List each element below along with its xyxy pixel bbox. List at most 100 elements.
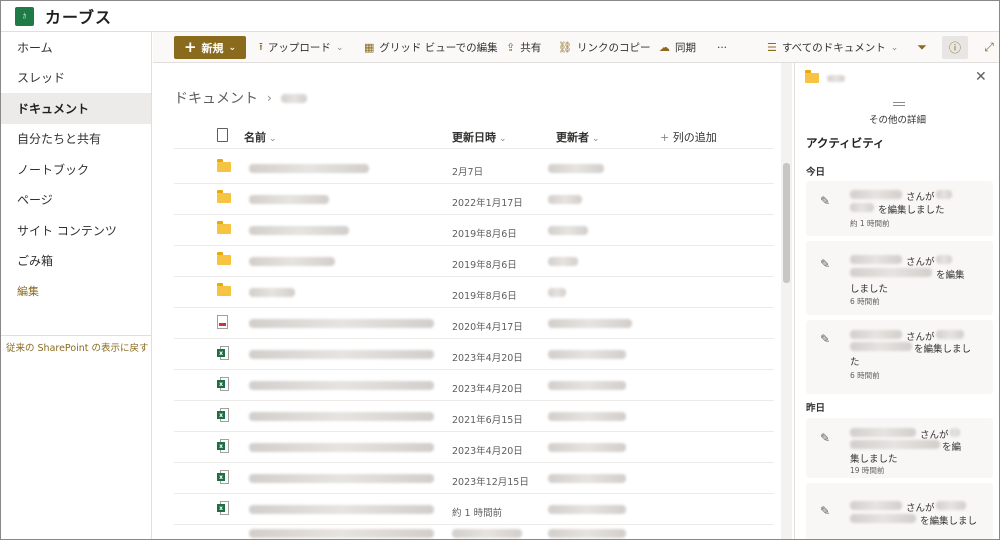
nav-edit-link[interactable]: 編集 [1,276,151,307]
upload-button[interactable]: ⭱ アップロード ⌄ [259,32,343,63]
breadcrumb-root[interactable]: ドキュメント [174,88,258,108]
table-row[interactable]: 2022年1月17日 [174,184,774,215]
add-column-button[interactable]: + 列の追加 [660,129,717,145]
link-icon: ⛓ [558,41,572,54]
modified-date: 2023年4月20日 [452,384,523,395]
nav-item-notebook[interactable]: ノートブック [1,154,151,185]
view-selector-label: すべてのドキュメント [781,42,886,54]
view-selector[interactable]: ☰ すべてのドキュメント ⌄ [767,32,898,63]
nav-item-threads[interactable]: スレッド [1,63,151,94]
plus-icon: + [660,131,673,144]
sync-button[interactable]: ☁ 同期 [659,32,696,63]
modified-date-redacted [452,529,522,538]
file-name-redacted[interactable] [249,257,335,266]
table-row[interactable]: x 2021年6月15日 [174,401,774,432]
filter-button[interactable]: ⏷ [909,36,935,59]
activity-text: さんが [906,503,935,514]
activity-text: を編集しました [878,205,945,216]
table-row[interactable]: x 2023年4月20日 [174,370,774,401]
nav-item-home[interactable]: ホーム [1,32,151,63]
folder-icon [217,190,231,203]
activity-card[interactable]: ✎ さんが を編集しまし た 6 時間前 [806,320,993,394]
table-row[interactable]: x 約 1 時間前 [174,494,774,525]
new-button[interactable]: + 新規 ⌄ [174,36,246,59]
file-name-redacted[interactable] [249,319,434,328]
activity-card[interactable]: ✎ さんが を編集しまし [806,483,993,539]
expand-button[interactable]: ⤢ [976,36,1000,59]
file-redacted [950,428,960,437]
activity-card[interactable]: ✎ さんが を編集 しました 6 時間前 [806,241,993,315]
nav-item-site-contents[interactable]: サイト コンテンツ [1,215,151,246]
info-pane-button[interactable]: ⓘ [942,36,968,59]
file-type-icon[interactable] [217,128,228,142]
table-row[interactable]: 2019年8月6日 [174,246,774,277]
close-icon[interactable]: ✕ [975,69,987,85]
table-row[interactable]: 2020年4月17日 [174,308,774,339]
nav-item-shared-with-us[interactable]: 自分たちと共有 [1,124,151,155]
breadcrumb-current-redacted[interactable] [280,93,307,103]
activity-time: 19 時間前 [850,466,885,475]
more-commands-button[interactable]: ··· [717,32,727,63]
file-name-redacted[interactable] [249,505,434,514]
suite-header: ｶ カーブス [1,1,999,32]
table-row[interactable] [174,525,774,539]
table-row[interactable]: x 2023年12月15日 [174,463,774,494]
modified-by-redacted [548,195,582,204]
file-name-redacted[interactable] [249,350,434,359]
table-row[interactable]: x 2023年4月20日 [174,339,774,370]
more-details-link[interactable]: その他の詳細 [795,112,999,126]
modified-date: 2021年6月15日 [452,415,523,426]
file-name-redacted[interactable] [249,443,434,452]
column-modified-by-label: 更新者 [556,131,589,144]
modified-by-redacted [548,443,626,452]
activity-time: 6 時間前 [850,297,880,306]
nav-item-documents[interactable]: ドキュメント [1,93,151,124]
file-name-redacted[interactable] [249,195,329,204]
modified-date: 2023年4月20日 [452,353,523,364]
activity-card[interactable]: ✎ さんが を編集しました 約 1 時間前 [806,181,993,236]
activity-text: 集しました [850,454,898,465]
file-name-redacted[interactable] [249,474,434,483]
modified-by-redacted [548,226,588,235]
table-row[interactable]: 2019年8月6日 [174,215,774,246]
nav-item-recycle-bin[interactable]: ごみ箱 [1,246,151,277]
return-to-classic-link[interactable]: 従来の SharePoint の表示に戻す [6,340,149,354]
site-logo[interactable]: ｶ [15,6,34,26]
file-name-redacted[interactable] [249,226,349,235]
file-name-redacted[interactable] [249,164,369,173]
upload-label: アップロード [267,42,331,54]
modified-by-redacted [548,288,566,297]
breadcrumb: ドキュメント › [174,88,307,108]
user-redacted [850,501,902,510]
file-name-redacted[interactable] [249,529,434,538]
column-name-label: 名前 [244,131,266,144]
chevron-down-icon: ⌄ [335,42,344,53]
pencil-icon: ✎ [820,194,831,208]
file-name-redacted[interactable] [249,412,434,421]
copy-link-button[interactable]: ⛓ リンクのコピー [558,32,650,63]
column-name[interactable]: 名前 ⌄ [244,129,277,145]
site-title[interactable]: カーブス [45,4,112,28]
nav-item-pages[interactable]: ページ [1,185,151,216]
table-row[interactable]: 2月7日 [174,153,774,184]
activity-card[interactable]: ✎ さんが を編 集しました 19 時間前 [806,418,993,478]
column-modified[interactable]: 更新日時 ⌄ [452,129,507,145]
folder-icon [217,252,231,265]
activity-heading: アクティビティ [806,136,885,150]
column-modified-by[interactable]: 更新者 ⌄ [556,129,600,145]
grid-view-edit-button[interactable]: ▦ グリッド ビューでの編集 [364,32,498,63]
file-name-redacted[interactable] [249,381,434,390]
file-name-redacted[interactable] [249,288,295,297]
activity-time: 約 1 時間前 [850,219,890,228]
excel-icon: x [217,501,229,517]
modified-date: 2月7日 [452,167,484,178]
plus-icon: + [183,38,197,56]
scrollbar-thumb[interactable] [783,163,790,283]
grid-icon: ▦ [364,41,375,54]
share-button[interactable]: ⇪ 共有 [506,32,541,63]
vertical-scrollbar[interactable] [781,63,792,539]
column-modified-label: 更新日時 [452,131,496,144]
table-row[interactable]: x 2023年4月20日 [174,432,774,463]
table-row[interactable]: 2019年8月6日 [174,277,774,308]
excel-icon: x [217,346,229,362]
